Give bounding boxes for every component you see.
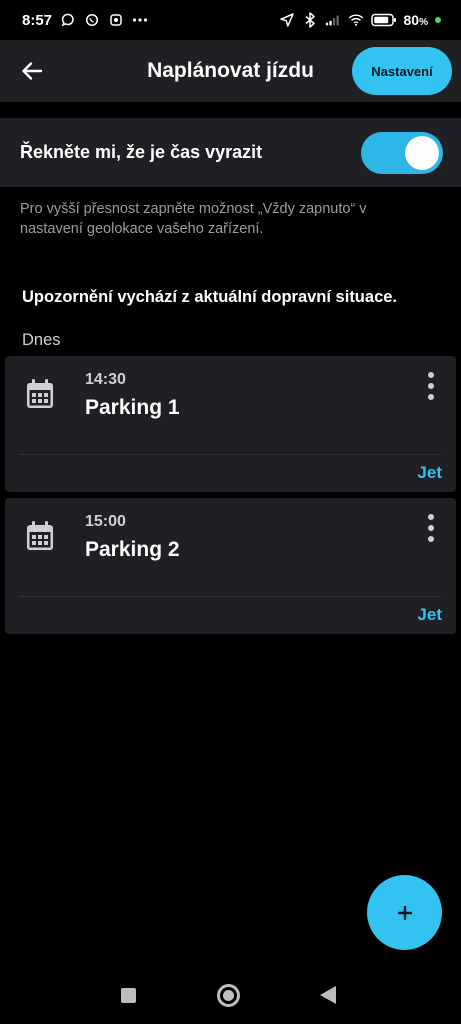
wifi-icon — [348, 12, 364, 28]
go-button[interactable]: Jet — [417, 463, 442, 483]
location-arrow-icon — [279, 12, 295, 28]
battery-icon — [370, 12, 397, 28]
go-button[interactable]: Jet — [417, 605, 442, 625]
privacy-indicator-dot — [435, 17, 441, 23]
reminder-toggle-row[interactable]: Řekněte mi, že je čas vyrazit — [0, 118, 461, 187]
whatsapp-icon — [84, 12, 100, 28]
alarm-app-icon — [108, 12, 124, 28]
location-hint-text: Pro vyšší přesnost zapněte možnost „Vždy… — [20, 201, 367, 237]
add-trip-button[interactable] — [367, 875, 442, 950]
home-button[interactable] — [217, 984, 240, 1007]
recents-button[interactable] — [121, 988, 136, 1003]
trip-card[interactable]: 15:00 Parking 2 Jet — [5, 498, 456, 634]
plus-icon — [397, 905, 412, 920]
arrow-left-icon — [22, 62, 43, 80]
trip-time: 14:30 — [85, 371, 126, 388]
trip-card[interactable]: 14:30 Parking 1 Jet — [5, 356, 456, 492]
system-back-button[interactable] — [320, 986, 336, 1004]
card-divider — [19, 596, 442, 597]
signal-icon — [325, 12, 341, 28]
trip-time: 15:00 — [85, 513, 126, 530]
reminder-toggle-label: Řekněte mi, že je čas vyrazit — [20, 142, 263, 162]
app-bar: Naplánovat jízdu Nastavení — [0, 40, 461, 102]
card-divider — [19, 454, 442, 455]
status-bar: 8:57 80% — [0, 0, 461, 40]
back-button[interactable] — [4, 40, 60, 102]
more-options-button[interactable] — [420, 368, 442, 404]
battery-percent: 80% — [403, 12, 428, 28]
reminder-switch[interactable] — [361, 131, 443, 174]
status-time: 8:57 — [22, 11, 53, 29]
more-options-button[interactable] — [420, 510, 442, 546]
trip-name: Parking 1 — [85, 396, 180, 419]
calendar-icon — [27, 521, 53, 550]
trip-name: Parking 2 — [85, 538, 180, 561]
system-nav-bar — [0, 964, 461, 1024]
more-notifications-icon — [132, 12, 148, 28]
day-section-label: Dnes — [22, 331, 61, 349]
bluetooth-icon — [302, 12, 318, 28]
chat-bubble-icon — [60, 12, 76, 28]
traffic-info-text: Upozornění vychází z aktuální dopravní s… — [22, 288, 398, 306]
calendar-icon — [27, 379, 53, 408]
switch-knob — [405, 135, 439, 170]
settings-button[interactable]: Nastavení — [352, 47, 452, 95]
